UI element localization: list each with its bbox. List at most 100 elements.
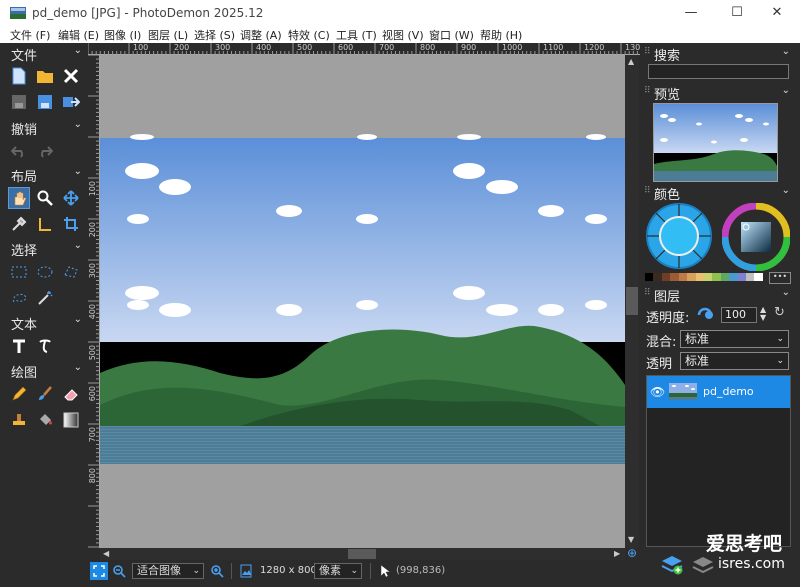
ruler-label: 500 xyxy=(297,43,313,52)
panel-header-color[interactable]: ⠿ 颜色 ⌄ xyxy=(640,183,800,203)
pencil-tool[interactable] xyxy=(8,383,30,405)
stamp-icon xyxy=(13,414,25,425)
menu-effects[interactable]: 特效 (C) xyxy=(288,27,330,43)
clone-stamp-tool[interactable] xyxy=(8,409,30,431)
opacity-dial[interactable] xyxy=(696,307,718,323)
blend-mode-select[interactable]: 标准 ⌄ xyxy=(680,330,789,348)
add-layer-button[interactable] xyxy=(660,553,684,578)
close-button[interactable]: ✕ xyxy=(754,0,800,26)
freehand-select-tool[interactable] xyxy=(8,287,30,309)
color-history-wheel[interactable] xyxy=(646,203,712,272)
grip-icon[interactable]: ⠿ xyxy=(644,186,651,196)
color-palette-strip[interactable] xyxy=(645,273,763,281)
new-file-button[interactable] xyxy=(8,65,30,87)
vertical-scrollbar[interactable]: ▲ ▼ xyxy=(625,55,639,548)
text-tool[interactable] xyxy=(8,335,30,357)
grip-icon[interactable]: ⠿ xyxy=(644,288,651,298)
crosshair-icon[interactable]: ⊕ xyxy=(625,546,639,560)
minimize-button[interactable]: — xyxy=(668,0,714,26)
alpha-mode-select[interactable]: 标准 ⌄ xyxy=(680,352,789,370)
gradient-tool[interactable] xyxy=(60,409,82,431)
zoom-select[interactable]: 适合图像 ⌄ xyxy=(132,563,204,579)
pencil-icon xyxy=(12,386,27,401)
scroll-thumb[interactable] xyxy=(626,287,638,315)
panel-header-search[interactable]: ⠿ 搜索 ⌄ xyxy=(640,44,800,64)
opacity-input[interactable]: 100 xyxy=(721,307,757,323)
toolbox-section-layout[interactable]: 布局 ⌄ xyxy=(0,164,88,185)
zoom-out-button[interactable] xyxy=(112,564,126,581)
eye-icon[interactable]: 👁 xyxy=(650,385,665,399)
open-file-button[interactable] xyxy=(34,65,56,87)
title-bar: pd_demo [JPG] - PhotoDemon 2025.12 — ☐ ✕ xyxy=(0,0,800,26)
app-icon xyxy=(10,7,26,19)
grip-icon[interactable]: ⠿ xyxy=(644,47,651,57)
menu-image[interactable]: 图像 (I) xyxy=(104,27,141,43)
zoom-tool[interactable] xyxy=(34,187,56,209)
lasso-select-tool[interactable] xyxy=(60,261,82,283)
save-button[interactable] xyxy=(8,91,30,113)
scroll-right-icon[interactable]: ▶ xyxy=(614,549,620,558)
menu-edit[interactable]: 编辑 (E) xyxy=(58,27,99,43)
fill-tool[interactable] xyxy=(34,409,56,431)
menu-select[interactable]: 选择 (S) xyxy=(194,27,235,43)
grip-icon[interactable]: ⠿ xyxy=(644,86,651,96)
layer-row[interactable]: 👁 pd_demo xyxy=(647,376,790,408)
menu-file[interactable]: 文件 (F) xyxy=(10,27,50,43)
preview-thumbnail[interactable] xyxy=(653,103,778,182)
search-input[interactable] xyxy=(648,64,789,79)
menu-adjust[interactable]: 调整 (A) xyxy=(240,27,282,43)
close-image-button[interactable] xyxy=(60,65,82,87)
menu-layer[interactable]: 图层 (L) xyxy=(148,27,188,43)
opacity-spinner[interactable]: ▲ ▼ xyxy=(760,306,766,322)
toolbox-section-file[interactable]: 文件 ⌄ xyxy=(0,43,88,64)
toolbox-section-paint[interactable]: 绘图 ⌄ xyxy=(0,360,88,381)
typography-tool[interactable] xyxy=(34,335,56,357)
crop-icon xyxy=(64,217,78,231)
fit-window-button[interactable] xyxy=(90,562,108,580)
layer-menu-button[interactable] xyxy=(692,555,714,578)
menu-help[interactable]: 帮助 (H) xyxy=(480,27,522,43)
unit-select[interactable]: 像素 ⌄ xyxy=(314,563,362,579)
scroll-down-icon[interactable]: ▼ xyxy=(628,535,634,544)
section-label: 绘图 xyxy=(11,366,38,381)
chevron-down-icon: ⌄ xyxy=(781,185,790,196)
reset-icon[interactable]: ↻ xyxy=(774,305,785,320)
scroll-left-icon[interactable]: ◀ xyxy=(103,549,109,558)
zoom-in-icon xyxy=(211,565,224,578)
more-colors-button[interactable]: ••• xyxy=(769,272,791,284)
color-wheel[interactable] xyxy=(721,202,791,274)
menu-tools[interactable]: 工具 (T) xyxy=(336,27,377,43)
magic-wand-tool[interactable] xyxy=(34,287,56,309)
toolbox-section-undo[interactable]: 撤销 ⌄ xyxy=(0,117,88,138)
menu-view[interactable]: 视图 (V) xyxy=(382,27,424,43)
ruler-label: 400 xyxy=(256,43,272,52)
chevron-down-icon: ⌄ xyxy=(781,46,790,57)
panel-header-preview[interactable]: ⠿ 预览 ⌄ xyxy=(640,83,800,103)
zoom-in-button[interactable] xyxy=(210,564,224,581)
undo-button[interactable] xyxy=(8,140,30,162)
horizontal-scrollbar[interactable]: ◀ ▶ xyxy=(100,548,625,560)
scroll-thumb[interactable] xyxy=(348,549,376,559)
move-tool[interactable] xyxy=(60,187,82,209)
toolbox-section-select[interactable]: 选择 ⌄ xyxy=(0,238,88,259)
rect-select-tool[interactable] xyxy=(8,261,30,283)
scroll-up-icon[interactable]: ▲ xyxy=(628,57,634,66)
measure-tool[interactable] xyxy=(34,213,56,235)
eyedropper-icon xyxy=(12,216,27,231)
menu-window[interactable]: 窗口 (W) xyxy=(429,27,474,43)
redo-button[interactable] xyxy=(34,140,56,162)
toolbox-section-text[interactable]: 文本 ⌄ xyxy=(0,312,88,333)
eyedropper-tool[interactable] xyxy=(8,213,30,235)
section-label: 文件 xyxy=(11,49,38,64)
ruler-label: 600 xyxy=(338,43,354,52)
eraser-tool[interactable] xyxy=(60,383,82,405)
hand-tool[interactable] xyxy=(8,187,30,209)
panel-header-layers[interactable]: ⠿ 图层 ⌄ xyxy=(640,285,800,305)
export-button[interactable] xyxy=(60,91,82,113)
blend-mode-value: 标准 xyxy=(685,332,710,346)
crop-tool[interactable] xyxy=(60,213,82,235)
image-canvas[interactable] xyxy=(100,55,625,548)
save-as-button[interactable] xyxy=(34,91,56,113)
ellipse-select-tool[interactable] xyxy=(34,261,56,283)
brush-tool[interactable] xyxy=(34,383,56,405)
